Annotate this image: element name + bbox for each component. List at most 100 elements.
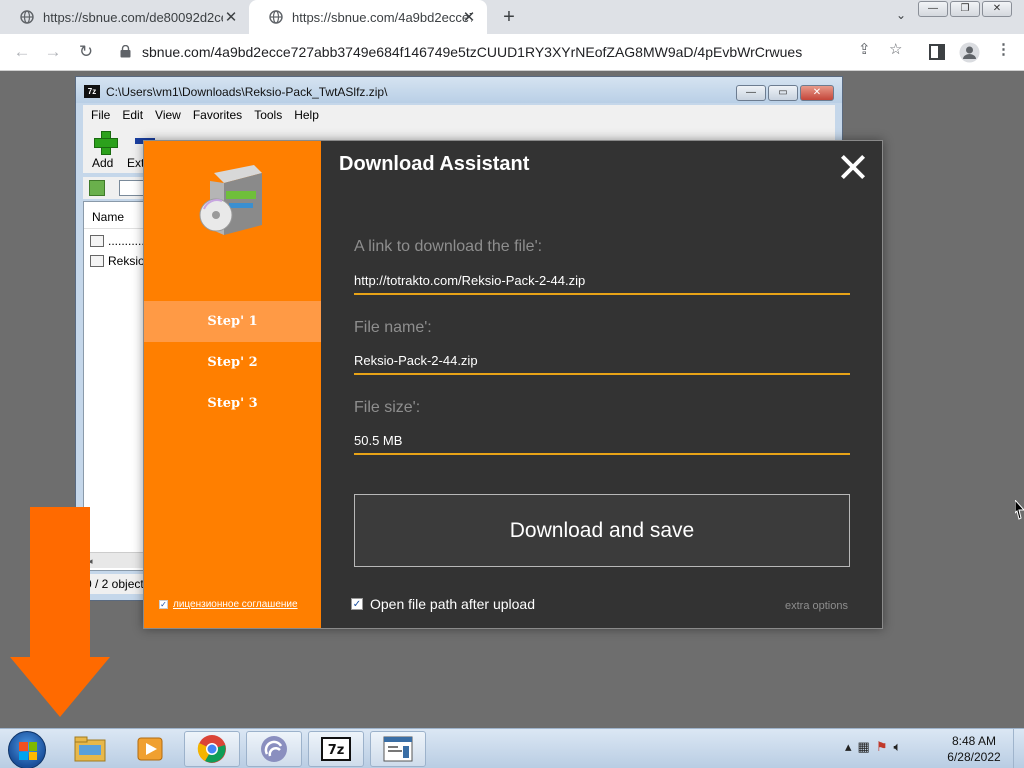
open-file-path-checkbox[interactable]: ✓: [351, 598, 363, 610]
close-window-button[interactable]: ✕: [982, 1, 1012, 17]
forward-arrow-icon[interactable]: →: [43, 42, 63, 62]
arrow-up-icon[interactable]: ▴: [845, 739, 852, 755]
menu-help[interactable]: Help: [294, 108, 319, 122]
folder-icon: [74, 736, 106, 762]
file-size-field[interactable]: 50.5 MB: [354, 429, 850, 455]
list-item-label: Reksio: [108, 254, 145, 268]
profile-avatar-icon[interactable]: [959, 42, 980, 63]
chrome-icon[interactable]: [184, 731, 240, 767]
menu-kebab-icon[interactable]: ⋮: [996, 40, 1011, 58]
bookmark-star-icon[interactable]: ☆: [889, 40, 902, 58]
step-3[interactable]: Step' 3: [144, 383, 321, 424]
flag-icon[interactable]: ⚑: [876, 739, 888, 755]
share-icon[interactable]: ⇪: [858, 40, 871, 58]
menu-favorites[interactable]: Favorites: [193, 108, 242, 122]
browser-tab-bar: https://sbnue.com/de80092d2ce ✕ https://…: [0, 0, 1024, 34]
window-app-icon: [383, 736, 413, 762]
7zip-restore-button[interactable]: ▭: [768, 85, 798, 101]
system-clock[interactable]: 8:48 AM 6/28/2022: [941, 733, 1007, 765]
open-file-path-label: Open file path after upload: [370, 596, 536, 612]
menu-tools[interactable]: Tools: [254, 108, 282, 122]
7zip-title: C:\Users\vm1\Downloads\Reksio-Pack_TwtAS…: [106, 85, 388, 99]
add-plus-icon[interactable]: [94, 131, 118, 155]
system-tray: ▴ ▦ ⚑ 🔈︎: [845, 739, 901, 755]
file-name-label: File name':: [354, 319, 432, 336]
file-icon: [90, 235, 104, 247]
play-icon: [137, 737, 163, 761]
7zip-title-bar[interactable]: 7z C:\Users\vm1\Downloads\Reksio-Pack_Tw…: [76, 77, 842, 103]
download-link-label: A link to download the file':: [354, 238, 543, 255]
file-explorer-icon[interactable]: [62, 731, 118, 767]
7zip-logo-icon: 7z: [321, 737, 351, 761]
globe-icon: [20, 10, 34, 24]
address-bar: ← → ↻ sbnue.com/4a9bd2ecce727abb3749e684…: [0, 34, 1024, 71]
browser-tab-2[interactable]: https://sbnue.com/4a9bd2ecce7 ✕: [249, 0, 487, 34]
step-1[interactable]: Step' 1: [144, 301, 321, 342]
7zip-icon[interactable]: 7z: [308, 731, 364, 767]
network-icon[interactable]: ▦: [858, 739, 870, 755]
torrent-logo-icon: [261, 736, 287, 762]
restore-button[interactable]: ❐: [950, 1, 980, 17]
license-checkbox[interactable]: ✓: [159, 600, 168, 609]
tab-title: https://sbnue.com/4a9bd2ecce7: [292, 9, 472, 25]
windows-taskbar: 7z ▴ ▦ ⚑ 🔈︎ 8:48 AM 6/28/2022: [0, 728, 1024, 768]
reload-icon[interactable]: ↻: [76, 42, 96, 62]
file-size-label: File size':: [354, 399, 421, 416]
back-arrow-icon[interactable]: ←: [12, 42, 32, 62]
license-agreement[interactable]: ✓ лицензионное соглашение: [159, 599, 298, 610]
menu-file[interactable]: File: [91, 108, 110, 122]
window-controls: — ❐ ✕: [918, 1, 1012, 17]
down-arrow-icon: [10, 507, 110, 717]
7zip-minimize-button[interactable]: —: [736, 85, 766, 101]
torrent-icon[interactable]: [246, 731, 302, 767]
license-link[interactable]: лицензионное соглашение: [173, 599, 298, 610]
volume-icon[interactable]: 🔈︎: [893, 739, 901, 755]
dialog-close-icon[interactable]: [839, 153, 867, 181]
lock-icon: [120, 45, 131, 58]
chrome-logo-icon: [197, 735, 226, 763]
menu-view[interactable]: View: [155, 108, 181, 122]
windows-logo-icon: [19, 742, 37, 760]
file-name-field[interactable]: Reksio-Pack-2-44.zip: [354, 349, 850, 375]
software-box-icon: [199, 165, 262, 235]
url-text: sbnue.com/4a9bd2ecce727abb3749e684f14674…: [142, 44, 803, 60]
app-window-icon[interactable]: [370, 731, 426, 767]
close-tab-icon[interactable]: ✕: [223, 9, 239, 26]
tab-title: https://sbnue.com/de80092d2ce: [43, 9, 223, 25]
media-player-icon[interactable]: [122, 731, 178, 767]
list-item[interactable]: Reksio: [90, 254, 145, 268]
start-button[interactable]: [8, 731, 46, 768]
list-item[interactable]: ...........: [90, 234, 145, 248]
7zip-logo-icon: 7z: [84, 85, 100, 98]
globe-icon: [269, 10, 283, 24]
add-button-label[interactable]: Add: [92, 156, 113, 170]
url-omnibox[interactable]: sbnue.com/4a9bd2ecce727abb3749e684f14674…: [108, 38, 924, 67]
clock-date: 6/28/2022: [947, 750, 1001, 764]
download-link-field[interactable]: http://totrakto.com/Reksio-Pack-2-44.zip: [354, 269, 850, 295]
minimize-button[interactable]: —: [918, 1, 948, 17]
extract-button-label[interactable]: Ext: [127, 156, 144, 170]
new-tab-button[interactable]: +: [498, 6, 520, 28]
column-header-name[interactable]: Name: [92, 210, 124, 224]
side-panel-icon[interactable]: [929, 44, 945, 60]
step-2[interactable]: Step' 2: [144, 342, 321, 383]
tab-search-icon[interactable]: ⌄: [896, 8, 906, 22]
show-desktop-button[interactable]: [1013, 729, 1024, 768]
svg-text:7z: 7z: [328, 743, 345, 758]
mouse-cursor-icon: [1015, 500, 1024, 520]
open-file-path-option[interactable]: ✓ Open file path after upload: [351, 596, 535, 612]
download-and-save-button[interactable]: Download and save: [354, 494, 850, 567]
browser-tab-1[interactable]: https://sbnue.com/de80092d2ce ✕: [0, 0, 249, 34]
file-icon: [90, 255, 104, 267]
extra-options-link[interactable]: extra options: [785, 600, 848, 612]
dialog-sidebar: Step' 1 Step' 2 Step' 3 ✓ лицензионное с…: [144, 141, 321, 628]
menu-edit[interactable]: Edit: [122, 108, 143, 122]
download-assistant-dialog: Step' 1 Step' 2 Step' 3 ✓ лицензионное с…: [143, 140, 883, 629]
dialog-title: Download Assistant: [339, 153, 530, 175]
close-tab-icon[interactable]: ✕: [461, 9, 477, 26]
clock-time: 8:48 AM: [951, 734, 997, 748]
list-item-label: ...........: [108, 234, 145, 248]
7zip-menu-bar: File Edit View Favorites Tools Help: [83, 105, 835, 125]
folder-up-icon[interactable]: [89, 180, 105, 196]
7zip-close-button[interactable]: ✕: [800, 85, 834, 101]
